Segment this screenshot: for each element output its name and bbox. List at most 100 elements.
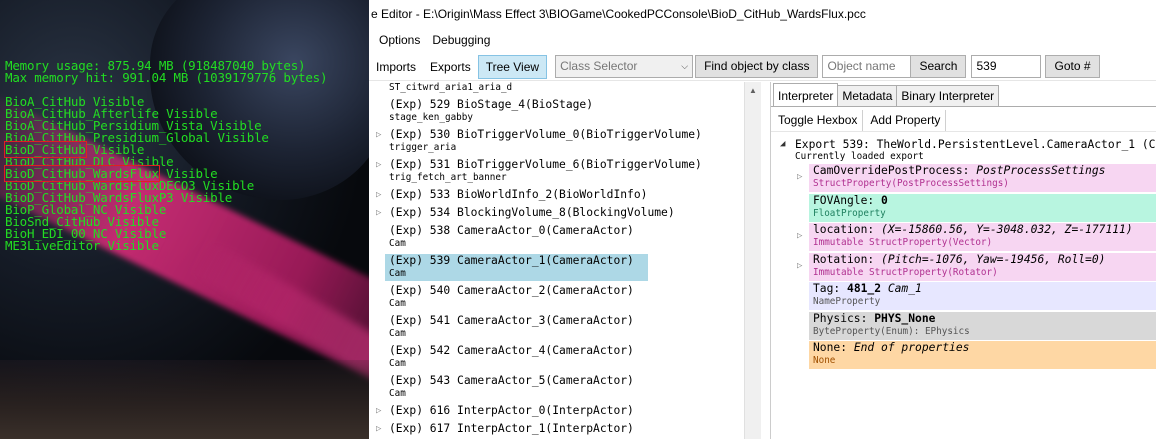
tree-node[interactable]: (Exp) 540 CameraActor_2(CameraActor) Cam xyxy=(369,284,744,314)
property-name: Rotation: xyxy=(813,252,882,266)
property-line: None: End of properties xyxy=(813,341,1156,355)
expand-arrow-icon[interactable]: ▷ xyxy=(376,406,381,416)
tree-node-label: (Exp) 616 InterpActor_0(InterpActor) xyxy=(389,404,634,417)
tree-node[interactable]: ST_citwrd_aria1_aria_d xyxy=(369,82,744,96)
window-title: e Editor - E:\Origin\Mass Effect 3\BIOGa… xyxy=(369,0,1156,28)
property-row[interactable]: FOVAngle: 0 FloatProperty xyxy=(809,193,1156,222)
export-root-node[interactable]: ◢ Export 539: TheWorld.PersistentLevel.C… xyxy=(779,138,1156,151)
add-property-button[interactable]: Add Property xyxy=(865,109,947,131)
panel-tabs: Interpreter Metadata Binary Interpreter xyxy=(773,83,1000,107)
expand-arrow-icon[interactable]: ▷ xyxy=(797,261,802,271)
property-value: 481_2 xyxy=(847,282,882,295)
tree-scrollbar[interactable]: ▲ xyxy=(744,82,761,439)
property-type: NameProperty xyxy=(813,296,881,307)
property-row[interactable]: None: End of properties None xyxy=(809,341,1156,369)
property-value: (X=-15860.56, Y=-3048.032, Z=-177111) xyxy=(881,223,1133,236)
tree-node[interactable]: (Exp) 538 CameraActor_0(CameraActor) Cam xyxy=(369,224,744,254)
property-value: End of properties xyxy=(853,341,970,354)
find-by-class-button[interactable]: Find object by class xyxy=(695,55,819,78)
class-selector-placeholder: Class Selector xyxy=(560,59,638,73)
tree-node[interactable]: ▷ (Exp) 617 InterpActor_1(InterpActor) xyxy=(369,422,744,439)
object-name-input[interactable]: Object name xyxy=(822,55,912,78)
class-selector-dropdown[interactable]: Class Selector ⌵ xyxy=(555,55,694,78)
tree-node[interactable]: ▷ (Exp) 530 BioTriggerVolume_0(BioTrigger… xyxy=(369,128,744,158)
tree-node-content: (Exp) 543 CameraActor_5(CameraActor) Cam xyxy=(389,374,744,399)
tree-node-content: (Exp) 616 InterpActor_0(InterpActor) xyxy=(389,404,744,418)
tree-node-label: (Exp) 540 CameraActor_2(CameraActor) xyxy=(389,284,634,297)
properties-panel: Interpreter Metadata Binary Interpreter … xyxy=(770,82,1156,439)
property-line: Tag: 481_2 Cam_1 xyxy=(813,282,1156,296)
tree-node[interactable]: (Exp) 541 CameraActor_3(CameraActor) Cam xyxy=(369,314,744,344)
tree-node-selected[interactable]: (Exp) 539 CameraActor_1(CameraActor) Cam xyxy=(369,254,744,284)
goto-number-input[interactable]: 539 xyxy=(971,55,1042,78)
expand-arrow-icon[interactable]: ▷ xyxy=(797,172,802,182)
expand-arrow-icon[interactable]: ▷ xyxy=(376,130,381,140)
search-button[interactable]: Search xyxy=(910,55,967,78)
property-row[interactable]: ▷ location: (X=-15860.56, Y=-3048.032, Z=… xyxy=(797,223,1156,251)
property-type: None xyxy=(813,355,836,366)
package-editor-window: e Editor - E:\Origin\Mass Effect 3\BIOGa… xyxy=(369,0,1156,439)
tree-node-sublabel: Cam xyxy=(389,238,406,249)
expand-arrow-icon[interactable]: ▷ xyxy=(797,231,802,241)
expanded-arrow-icon: ◢ xyxy=(780,139,786,149)
tree-node-content: (Exp) 538 CameraActor_0(CameraActor) Cam xyxy=(389,224,744,249)
goto-button[interactable]: Goto # xyxy=(1045,55,1100,78)
property-name: FOVAngle: xyxy=(813,193,882,207)
property-value: (Pitch=-1076, Yaw=-19456, Roll=0) xyxy=(881,252,1106,266)
tree-node-content: (Exp) 533 BioWorldInfo_2(BioWorldInfo) xyxy=(389,188,744,202)
expand-arrow-icon[interactable]: ▷ xyxy=(376,208,381,218)
tree-node-content: (Exp) 529 BioStage_4(BioStage) stage_ken_… xyxy=(389,98,744,123)
tree-node-label: (Exp) 530 BioTriggerVolume_0(BioTriggerV… xyxy=(389,128,702,141)
expand-arrow-icon[interactable]: ▷ xyxy=(376,190,381,200)
property-row[interactable]: Physics: PHYS_None ByteProperty(Enum): EP… xyxy=(809,311,1156,340)
game-scene-ground xyxy=(0,360,369,439)
tree-node-content: (Exp) 539 CameraActor_1(CameraActor) Cam xyxy=(385,254,648,281)
tree-node-sublabel: stage_ken_gabby xyxy=(389,112,473,123)
tree-node[interactable]: ▷ (Exp) 534 BlockingVolume_8(BlockingVolu… xyxy=(369,206,744,224)
tree-node[interactable]: (Exp) 542 CameraActor_4(CameraActor) Cam xyxy=(369,344,744,374)
property-value-extra: Cam_1 xyxy=(881,282,922,295)
menu-bar: Options Debugging xyxy=(369,28,1156,52)
tab-interpreter[interactable]: Interpreter xyxy=(773,83,839,106)
tab-metadata[interactable]: Metadata xyxy=(837,85,898,106)
scroll-up-icon[interactable]: ▲ xyxy=(749,86,757,95)
tree-node[interactable]: ▷ (Exp) 533 BioWorldInfo_2(BioWorldInfo) xyxy=(369,188,744,206)
tree-node[interactable]: (Exp) 529 BioStage_4(BioStage) stage_ken_… xyxy=(369,98,744,128)
tree-node-content: (Exp) 541 CameraActor_3(CameraActor) Cam xyxy=(389,314,744,339)
tree-node-label: (Exp) 533 BioWorldInfo_2(BioWorldInfo) xyxy=(389,188,648,201)
property-line: Physics: PHYS_None xyxy=(813,312,1156,326)
expand-arrow-icon[interactable]: ▷ xyxy=(376,160,381,170)
tree-node-sublabel: trigger_aria xyxy=(389,142,457,153)
tree-node-label: (Exp) 534 BlockingVolume_8(BlockingVolum… xyxy=(389,206,675,219)
tree-view-button[interactable]: Tree View xyxy=(477,54,548,79)
export-root-subtitle: Currently loaded export xyxy=(795,151,924,162)
tree-node-sublabel: Cam xyxy=(389,268,406,279)
property-type: FloatProperty xyxy=(813,207,886,219)
property-type: Immutable StructProperty(Rotator) xyxy=(813,266,998,278)
tree-node-label: (Exp) 529 BioStage_4(BioStage) xyxy=(389,98,594,111)
tree-node-content: ST_citwrd_aria1_aria_d xyxy=(389,82,744,93)
property-line: FOVAngle: 0 xyxy=(813,194,1156,208)
imports-button[interactable]: Imports xyxy=(369,55,423,79)
tree-node[interactable]: (Exp) 543 CameraActor_5(CameraActor) Cam xyxy=(369,374,744,404)
tab-binary-interpreter[interactable]: Binary Interpreter xyxy=(896,85,1000,106)
property-name: location: xyxy=(813,223,882,236)
tree-node[interactable]: ▷ (Exp) 531 BioTriggerVolume_6(BioTrigger… xyxy=(369,158,744,188)
property-line: location: (X=-15860.56, Y=-3048.032, Z=-… xyxy=(813,223,1156,237)
tree-node-sublabel: Cam xyxy=(389,298,406,309)
menu-options[interactable]: Options xyxy=(379,33,420,47)
expand-arrow-icon[interactable]: ▷ xyxy=(376,424,381,434)
toggle-hexbox-button[interactable]: Toggle Hexbox xyxy=(773,109,864,131)
property-row[interactable]: ▷ CamOverridePostProcess: PostProcessSett… xyxy=(797,164,1156,192)
property-value: 0 xyxy=(881,193,888,207)
tree-node-content: (Exp) 542 CameraActor_4(CameraActor) Cam xyxy=(389,344,744,369)
tree-node[interactable]: ▷ (Exp) 616 InterpActor_0(InterpActor) xyxy=(369,404,744,422)
exports-button[interactable]: Exports xyxy=(423,55,478,79)
tree-node-content: (Exp) 540 CameraActor_2(CameraActor) Cam xyxy=(389,284,744,309)
property-type: Immutable StructProperty(Vector) xyxy=(813,237,993,248)
menu-debugging[interactable]: Debugging xyxy=(432,33,490,47)
export-tree: ST_citwrd_aria1_aria_d (Exp) 529 BioStage… xyxy=(369,82,744,439)
property-row[interactable]: ▷ Rotation: (Pitch=-1076, Yaw=-19456, Rol… xyxy=(797,252,1156,281)
interpreter-tree: ◢ Export 539: TheWorld.PersistentLevel.C… xyxy=(779,138,1156,438)
property-row[interactable]: Tag: 481_2 Cam_1 NameProperty xyxy=(809,282,1156,310)
